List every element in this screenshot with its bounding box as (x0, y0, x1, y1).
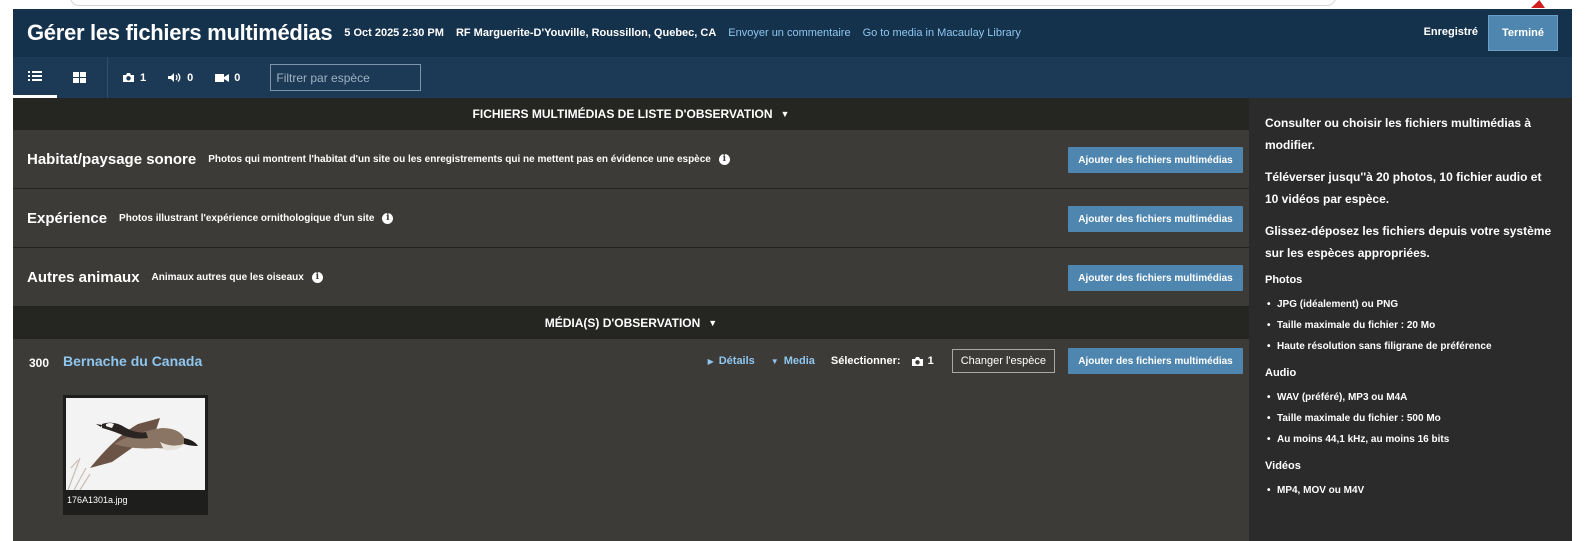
photo-count[interactable]: 1 (122, 72, 146, 84)
address-bar[interactable] (70, 0, 1336, 6)
species-actions: ▶ Détails ▼ Media Sélectionner: 1 Changer … (708, 348, 1243, 374)
feedback-link[interactable]: Envoyer un commentaire (728, 27, 850, 39)
help-intro: Consulter ou choisir les fichiers multim… (1265, 116, 1532, 152)
category-name: Expérience (27, 209, 108, 227)
details-label: Détails (718, 355, 755, 367)
done-button[interactable]: Terminé (1488, 15, 1558, 51)
toolbar-divider (107, 57, 108, 98)
requirement-item: Au moins 44,1 kHz, au moins 16 bits (1265, 429, 1556, 450)
grid-view-button[interactable] (57, 57, 101, 98)
media-list-panel: FICHIERS MULTIMÉDIAS DE LISTE D'OBSERVAT… (13, 98, 1249, 541)
change-species-button[interactable]: Changer l'espèce (951, 349, 1055, 373)
info-icon[interactable]: i (311, 271, 323, 283)
category-row-habitat: Habitat/paysage sonore Photos qui montre… (13, 130, 1249, 189)
observation-media-section-header[interactable]: MÉDIA(S) D'OBSERVATION ▼ (13, 307, 1249, 339)
add-media-button[interactable]: Ajouter des fichiers multimédias (1068, 348, 1243, 374)
video-heading: Vidéos (1265, 460, 1301, 472)
photo-count-value: 1 (140, 71, 147, 84)
audio-heading: Audio (1265, 367, 1297, 379)
requirement-item: Taille maximale du fichier : 500 Mo (1265, 408, 1556, 429)
category-name: Habitat/paysage sonore (27, 150, 197, 168)
media-toolbar: 1 0 0 (13, 57, 1572, 98)
video-count-value: 0 (234, 71, 241, 84)
caret-down-icon: ▼ (780, 109, 790, 119)
requirement-item: JPG (idéalement) ou PNG (1265, 294, 1556, 315)
camera-icon (123, 73, 134, 82)
header-bar: Gérer les fichiers multimédias 5 Oct 202… (13, 9, 1572, 57)
species-number: 300 (29, 356, 50, 370)
checklist-media-section-header[interactable]: FICHIERS MULTIMÉDIAS DE LISTE D'OBSERVAT… (13, 98, 1249, 130)
checklist-location: RF Marguerite-D'Youville, Roussillon, Qu… (455, 27, 717, 39)
info-icon[interactable]: i (718, 153, 730, 165)
help-sidebar: Consulter ou choisir les fichiers multim… (1249, 98, 1572, 541)
checklist-media-section-title: FICHIERS MULTIMÉDIAS DE LISTE D'OBSERVAT… (472, 107, 773, 121)
photos-heading: Photos (1265, 274, 1303, 286)
audio-requirements: WAV (préféré), MP3 ou M4A Taille maximal… (1265, 387, 1556, 450)
saved-status: Enregistré (1423, 26, 1478, 38)
details-toggle[interactable]: ▶ Détails (708, 355, 755, 367)
observation-media-section-title: MÉDIA(S) D'OBSERVATION (544, 316, 701, 330)
category-description: Animaux autres que les oiseaux (151, 271, 304, 283)
canada-goose-image (66, 398, 205, 490)
category-row-experience: Expérience Photos illustrant l'expérienc… (13, 189, 1249, 248)
photos-requirements: JPG (idéalement) ou PNG Taille maximale … (1265, 294, 1556, 357)
caret-down-icon: ▼ (770, 357, 779, 366)
media-filename: 176A1301a.jpg (67, 495, 128, 505)
video-camera-icon (215, 73, 230, 82)
select-count: 1 (927, 355, 934, 367)
category-description: Photos illustrant l'expérience ornitholo… (119, 212, 375, 224)
audio-count-value: 0 (187, 71, 194, 84)
browser-address-strip (0, 0, 1585, 9)
page-title: Gérer les fichiers multimédias (27, 20, 333, 45)
select-label: Sélectionner: (830, 355, 901, 367)
requirement-item: Taille maximale du fichier : 20 Mo (1265, 315, 1556, 336)
camera-icon (911, 356, 923, 366)
help-dragdrop: Glissez-déposez les fichiers depuis votr… (1265, 224, 1552, 260)
category-name: Autres animaux (27, 268, 140, 286)
species-name-link[interactable]: Bernache du Canada (63, 353, 202, 369)
media-label: Media (783, 355, 815, 367)
requirement-item: Haute résolution sans filigrane de préfé… (1265, 336, 1556, 357)
species-row: 300 Bernache du Canada ▶ Détails ▼ Media S… (13, 339, 1249, 530)
speaker-icon (168, 73, 181, 82)
video-requirements: MP4, MOV ou M4V (1265, 480, 1556, 501)
species-filter-input[interactable] (270, 64, 422, 91)
category-description: Photos qui montrent l'habitat d'un site … (208, 153, 711, 165)
caret-right-icon: ▶ (707, 357, 714, 366)
add-media-button[interactable]: Ajouter des fichiers multimédias (1068, 206, 1243, 232)
grid-icon (72, 72, 86, 83)
goose-photo (66, 398, 205, 490)
add-media-button[interactable]: Ajouter des fichiers multimédias (1068, 265, 1243, 291)
red-marker (1531, 0, 1545, 8)
video-count[interactable]: 0 (215, 72, 240, 84)
category-row-other-animals: Autres animaux Animaux autres que les oi… (13, 248, 1249, 307)
info-icon[interactable]: i (382, 212, 394, 224)
requirement-item: MP4, MOV ou M4V (1265, 480, 1556, 501)
audio-count[interactable]: 0 (168, 72, 193, 84)
add-media-button[interactable]: Ajouter des fichiers multimédias (1068, 147, 1243, 173)
list-view-button[interactable] (13, 57, 57, 98)
requirement-item: WAV (préféré), MP3 ou M4A (1265, 387, 1556, 408)
checklist-date: 5 Oct 2025 2:30 PM (344, 27, 444, 39)
media-thumbnail[interactable]: 176A1301a.jpg (63, 395, 208, 515)
media-toggle[interactable]: ▼ Media (771, 355, 815, 367)
list-icon (28, 71, 42, 81)
macaulay-library-link[interactable]: Go to media in Macaulay Library (863, 27, 1021, 39)
help-limits: Téléverser jusqu''à 20 photos, 10 fichie… (1265, 170, 1542, 206)
caret-down-icon: ▼ (708, 318, 718, 328)
media-manager-app: Gérer les fichiers multimédias 5 Oct 202… (13, 9, 1572, 541)
select-photos-button[interactable]: 1 (911, 355, 934, 367)
